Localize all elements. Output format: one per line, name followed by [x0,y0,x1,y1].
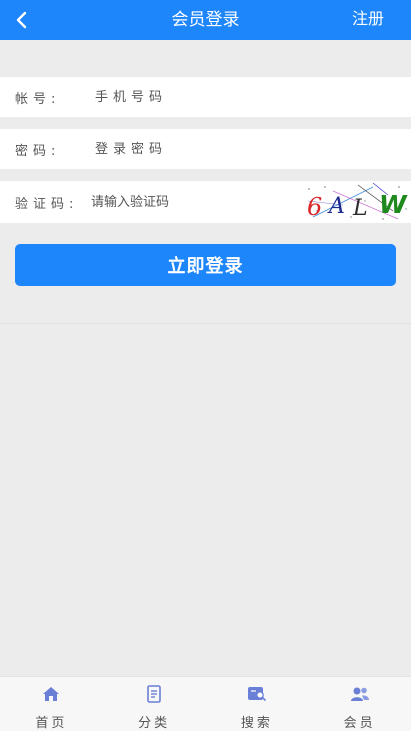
page-title: 会员登录 [171,10,240,30]
password-input[interactable] [95,134,395,164]
register-link[interactable]: 注册 [352,0,384,38]
captcha-image[interactable]: 6 A L W [303,181,411,223]
login-button[interactable]: 立即登录 [15,244,396,286]
captcha-label: 验证码: [15,196,79,212]
top-bar: 会员登录 注册 [0,0,411,40]
divider [0,323,411,324]
account-input[interactable] [95,82,395,112]
nav-item-home[interactable]: 首页 [0,677,103,731]
nav-label: 会员 [343,716,376,731]
captcha-row: 验证码: 6 A L W [0,181,411,223]
member-icon [350,685,370,703]
nav-label: 分类 [138,716,171,731]
nav-item-category[interactable]: 分类 [103,677,206,731]
home-icon [41,685,61,703]
nav-item-member[interactable]: 会员 [308,677,411,731]
captcha-char: 6 [307,193,322,221]
captcha-char: L [352,196,368,221]
nav-label: 首页 [35,716,68,731]
bottom-nav: 首页 分类 搜索 会员 [0,676,411,731]
category-icon [144,685,164,703]
captcha-input[interactable] [91,187,291,217]
password-row: 密码: [0,129,411,169]
login-page: 会员登录 注册 帐号: 密码: 验证码: 6 [0,0,411,731]
account-row: 帐号: [0,77,411,117]
password-label: 密码: [15,143,61,159]
search-icon [247,685,267,703]
captcha-char: W [379,190,408,219]
nav-item-search[interactable]: 搜索 [206,677,309,731]
nav-label: 搜索 [240,716,273,731]
account-label: 帐号: [15,91,61,107]
captcha-char: A [327,194,345,219]
